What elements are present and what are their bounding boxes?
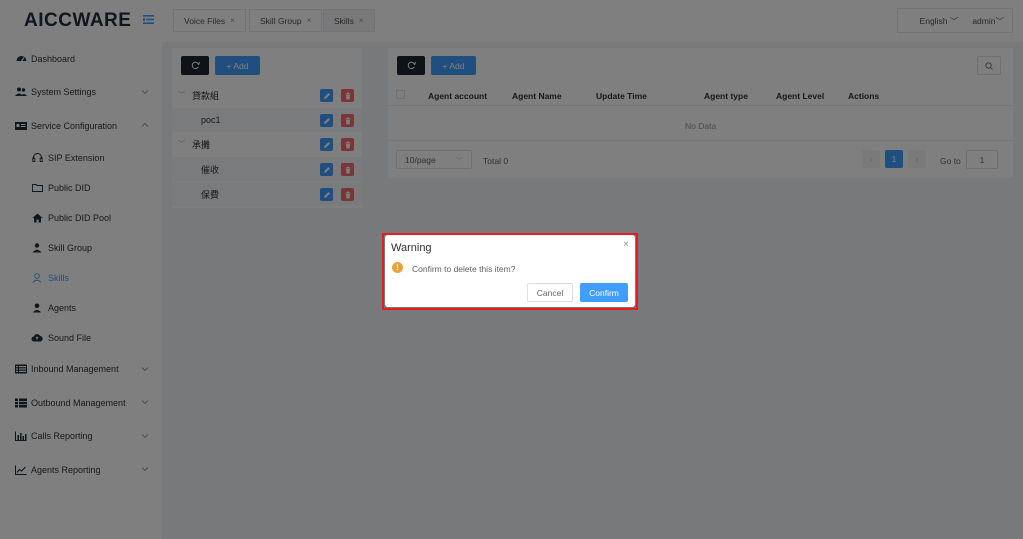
cancel-button[interactable]: Cancel: [527, 283, 573, 302]
confirm-button[interactable]: Confirm: [580, 283, 628, 302]
warning-dialog: Warning × ! Confirm to delete this item?…: [385, 235, 635, 307]
warning-icon: !: [392, 262, 403, 273]
close-icon[interactable]: ×: [623, 239, 629, 250]
dialog-title: Warning: [391, 242, 432, 254]
dialog-message: Confirm to delete this item?: [412, 264, 516, 274]
